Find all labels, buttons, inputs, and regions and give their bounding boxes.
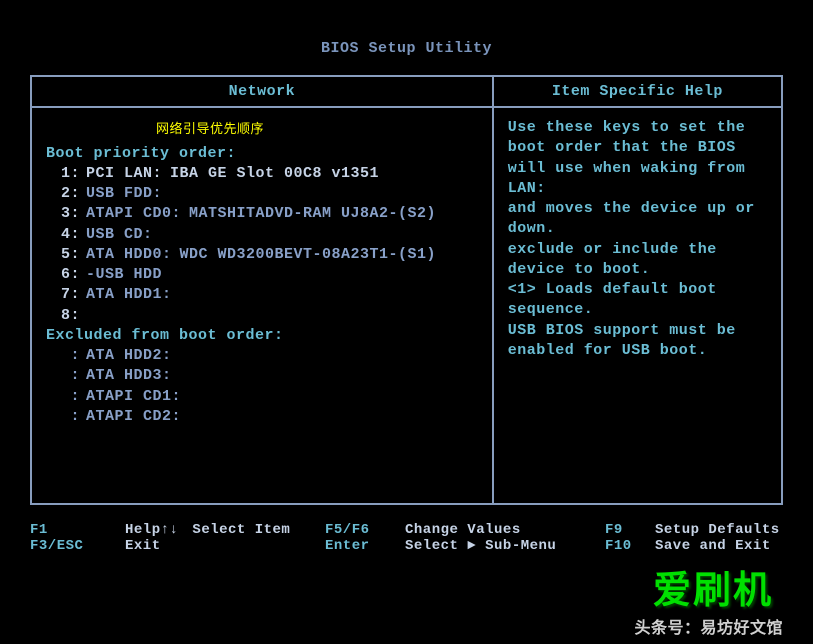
boot-item[interactable]: 4:USB CD: bbox=[46, 225, 478, 245]
boot-item[interactable]: 8: bbox=[46, 306, 478, 326]
watermark-source: 头条号：易坊好文馆 bbox=[634, 614, 783, 638]
excluded-list[interactable]: :ATA HDD2::ATA HDD3::ATAPI CD1::ATAPI CD… bbox=[46, 346, 478, 427]
boot-item[interactable]: 7:ATA HDD1: bbox=[46, 285, 478, 305]
fn-f1[interactable]: F1 bbox=[30, 522, 100, 538]
boot-item-desc: WDC WD3200BEVT-08A23T1-(S1) bbox=[180, 245, 437, 265]
cn-annotation: 网络引导优先顺序 bbox=[156, 120, 478, 138]
fn-defaults-text: Setup Defaults bbox=[655, 522, 780, 538]
excluded-item-device: ATAPI CD2: bbox=[86, 407, 181, 427]
boot-item-desc: MATSHITADVD-RAM UJ8A2-(S2) bbox=[189, 204, 436, 224]
excluded-item-index: : bbox=[46, 366, 86, 386]
boot-item-index: 6: bbox=[46, 265, 86, 285]
boot-item-device: USB CD: bbox=[86, 225, 153, 245]
boot-item-index: 3: bbox=[46, 204, 86, 224]
boot-item[interactable]: 3:ATAPI CD0: MATSHITADVD-RAM UJ8A2-(S2) bbox=[46, 204, 478, 224]
help-body: Use these keys to set the boot order tha… bbox=[494, 108, 781, 371]
fn-f3esc[interactable]: F3/ESC bbox=[30, 538, 100, 554]
fn-f9[interactable]: F9 bbox=[605, 522, 655, 538]
excluded-item-device: ATA HDD2: bbox=[86, 346, 172, 366]
boot-item-device: PCI LAN: bbox=[86, 164, 162, 184]
boot-item[interactable]: 1:PCI LAN: IBA GE Slot 00C8 v1351 bbox=[46, 164, 478, 184]
boot-item-index: 2: bbox=[46, 184, 86, 204]
help-header: Item Specific Help bbox=[494, 77, 781, 108]
boot-item-index: 8: bbox=[46, 306, 86, 326]
left-pane-header: Network bbox=[32, 77, 492, 108]
boot-priority-label: Boot priority order: bbox=[46, 144, 478, 164]
boot-item-index: 4: bbox=[46, 225, 86, 245]
boot-item[interactable]: 6:-USB HDD bbox=[46, 265, 478, 285]
fn-help-text: Help↑↓ bbox=[125, 522, 178, 538]
fn-select-item-text: Select Item bbox=[192, 522, 290, 538]
function-key-bar: F1 F3/ESC Help↑↓ Select Item Exit F5/F6 … bbox=[30, 522, 783, 554]
boot-item-device: USB FDD: bbox=[86, 184, 162, 204]
excluded-item-index: : bbox=[46, 407, 86, 427]
excluded-item-index: : bbox=[46, 346, 86, 366]
boot-list[interactable]: 1:PCI LAN:IBA GE Slot 00C8 v13512:USB FD… bbox=[46, 164, 478, 326]
excluded-item[interactable]: :ATA HDD3: bbox=[46, 366, 478, 386]
excluded-item[interactable]: :ATAPI CD2: bbox=[46, 407, 478, 427]
left-pane-body: 网络引导优先顺序 Boot priority order: 1:PCI LAN:… bbox=[32, 108, 492, 437]
fn-change-values-text: Change Values bbox=[405, 522, 521, 538]
fn-f10[interactable]: F10 bbox=[605, 538, 655, 554]
excluded-item-index: : bbox=[46, 387, 86, 407]
boot-item-index: 5: bbox=[46, 245, 86, 265]
excluded-item[interactable]: :ATAPI CD1: bbox=[46, 387, 478, 407]
boot-item[interactable]: 2:USB FDD: bbox=[46, 184, 478, 204]
boot-item-index: 1: bbox=[46, 164, 86, 184]
fn-save-exit-text: Save and Exit bbox=[655, 538, 771, 554]
main-frame: Network 网络引导优先顺序 Boot priority order: 1:… bbox=[30, 75, 783, 505]
boot-item-desc: IBA GE Slot 00C8 v1351 bbox=[170, 164, 379, 184]
boot-item[interactable]: 5:ATA HDD0: WDC WD3200BEVT-08A23T1-(S1) bbox=[46, 245, 478, 265]
fn-f5f6[interactable]: F5/F6 bbox=[325, 522, 395, 538]
boot-item-device: ATAPI CD0: bbox=[86, 204, 181, 224]
excluded-label: Excluded from boot order: bbox=[46, 326, 478, 346]
fn-submenu-text: Select ► Sub-Menu bbox=[405, 538, 556, 554]
fn-exit-text: Exit bbox=[125, 538, 161, 554]
bios-screen: BIOS Setup Utility Network 网络引导优先顺序 Boot… bbox=[0, 0, 813, 644]
boot-item-index: 7: bbox=[46, 285, 86, 305]
fn-enter[interactable]: Enter bbox=[325, 538, 395, 554]
excluded-item-device: ATAPI CD1: bbox=[86, 387, 181, 407]
boot-item-device: ATA HDD0: bbox=[86, 245, 172, 265]
watermark-brand: 爱刷机 bbox=[653, 559, 773, 614]
boot-item-device: -USB HDD bbox=[86, 265, 162, 285]
excluded-item[interactable]: :ATA HDD2: bbox=[46, 346, 478, 366]
left-pane: Network 网络引导优先顺序 Boot priority order: 1:… bbox=[32, 77, 494, 503]
app-title: BIOS Setup Utility bbox=[30, 40, 783, 57]
boot-item-device: ATA HDD1: bbox=[86, 285, 172, 305]
excluded-item-device: ATA HDD3: bbox=[86, 366, 172, 386]
right-pane: Item Specific Help Use these keys to set… bbox=[494, 77, 781, 503]
